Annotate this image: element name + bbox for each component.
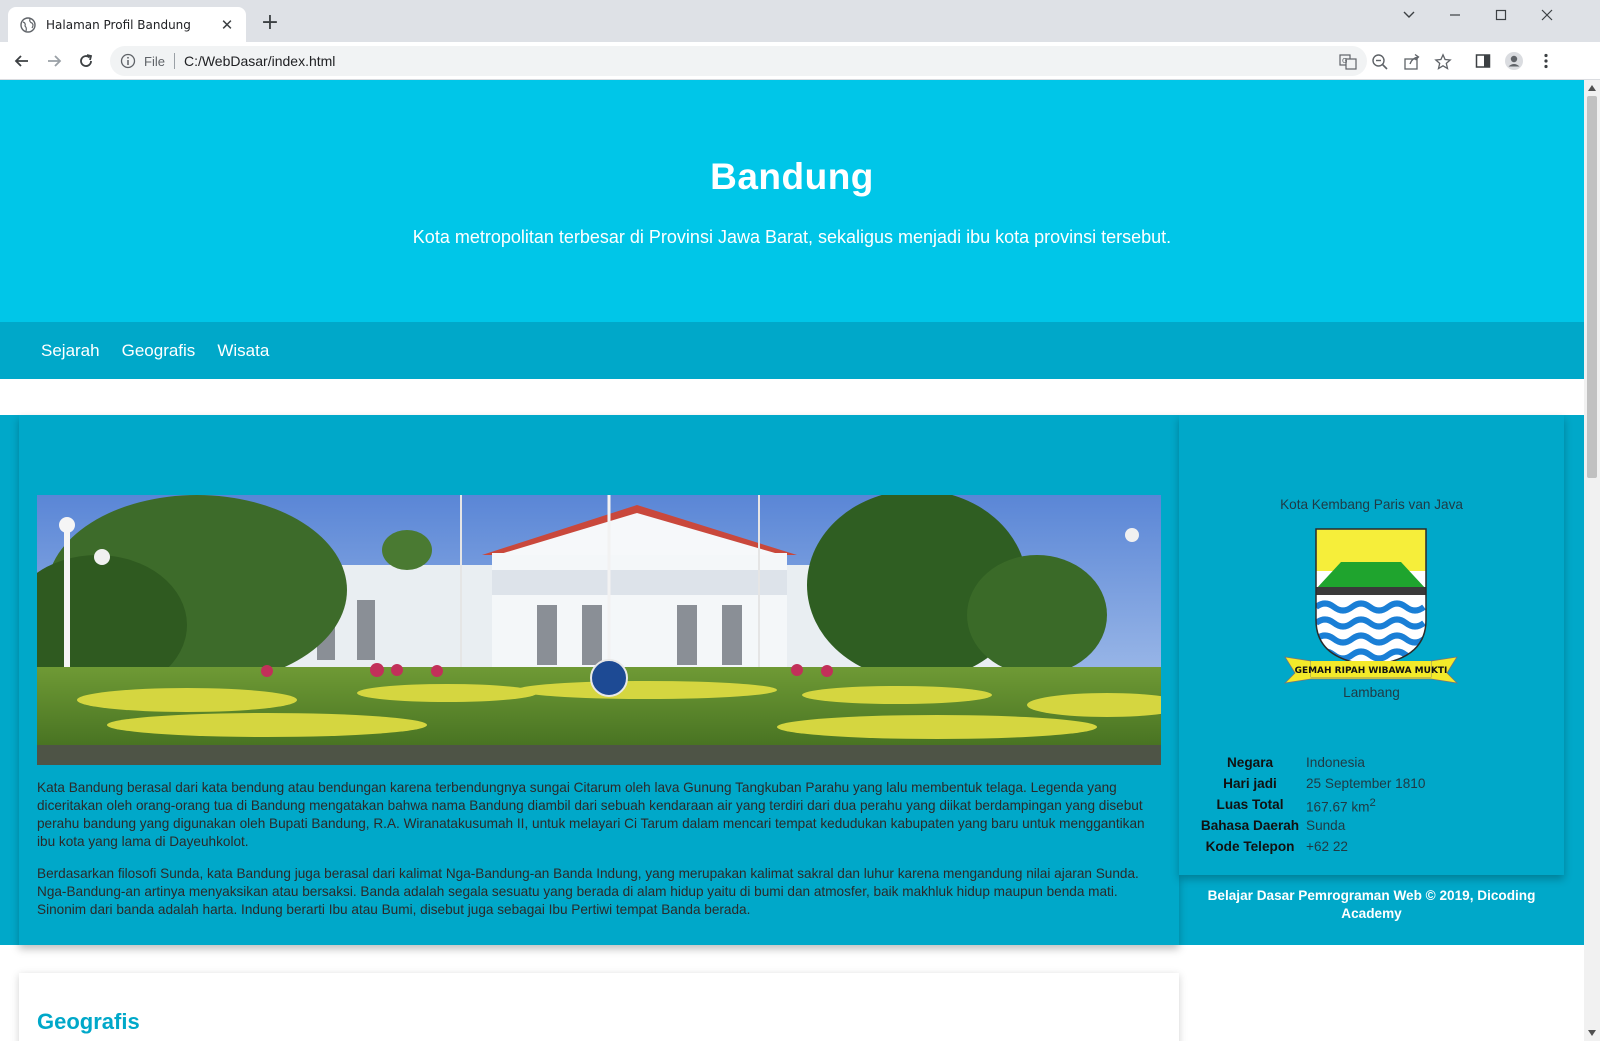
svg-text:G: G — [1342, 57, 1347, 65]
globe-icon — [20, 16, 36, 33]
table-row: Negara Indonesia — [1197, 753, 1428, 774]
info-value: Sunda — [1306, 817, 1346, 833]
bookmark-star-icon[interactable] — [1434, 53, 1452, 71]
nav-link-wisata[interactable]: Wisata — [217, 341, 269, 361]
geografis-section: Geografis — [19, 973, 1179, 1041]
table-row: Luas Total 167.67 km2 — [1197, 795, 1428, 816]
reload-icon[interactable] — [74, 49, 98, 73]
gedung-sate-photo — [37, 495, 1161, 765]
main-nav: Sejarah Geografis Wisata — [0, 322, 1584, 379]
city-info-table: Negara Indonesia Hari jadi 25 September … — [1197, 753, 1428, 858]
share-icon[interactable] — [1403, 53, 1421, 71]
page-title: Bandung — [710, 156, 874, 197]
page-subtitle: Kota metropolitan terbesar di Provinsi J… — [412, 227, 1172, 247]
new-tab-button[interactable]: + — [258, 12, 282, 36]
vertical-scrollbar[interactable] — [1584, 80, 1600, 1041]
nav-link-geografis[interactable]: Geografis — [122, 341, 196, 361]
sejarah-article: Kata Bandung berasal dari kata bendung a… — [19, 415, 1179, 945]
info-value: Indonesia — [1306, 754, 1365, 770]
zoom-out-icon[interactable] — [1371, 53, 1389, 71]
table-row: Kode Telepon +62 22 — [1197, 837, 1428, 858]
profile-avatar-icon[interactable] — [1504, 51, 1524, 71]
browser-tabstrip: Halaman Profil Bandung ✕ + — [0, 0, 1600, 42]
minimize-icon[interactable] — [1432, 0, 1478, 30]
address-bar[interactable]: File C:/WebDasar/index.html G — [110, 46, 1452, 76]
side-panel-icon[interactable] — [1473, 51, 1493, 71]
omnibox-divider — [173, 53, 175, 69]
tab-close-icon[interactable]: ✕ — [218, 16, 236, 34]
info-key: Negara — [1226, 754, 1274, 770]
area-unit-superscript: 2 — [1369, 796, 1376, 809]
bandung-emblem-image: GEMAH RIPAH WIBAWA MUKTI — [1283, 528, 1459, 684]
back-arrow-icon[interactable] — [10, 49, 34, 73]
info-key: Luas Total — [1216, 796, 1284, 812]
city-tagline: Kota Kembang Paris van Java — [1280, 497, 1463, 512]
page-header: Bandung Kota metropolitan terbesar di Pr… — [0, 80, 1584, 322]
article-body: Kata Bandung berasal dari kata bendung a… — [37, 779, 1163, 933]
info-key: Kode Telepon — [1205, 838, 1295, 854]
table-row: Hari jadi 25 September 1810 — [1197, 774, 1428, 795]
info-value: +62 22 — [1306, 838, 1348, 854]
table-row: Bahasa Daerah Sunda — [1197, 816, 1428, 837]
kebab-menu-icon[interactable] — [1536, 51, 1556, 71]
browser-toolbar: File C:/WebDasar/index.html G — [0, 42, 1600, 80]
scrollbar-thumb[interactable] — [1587, 96, 1597, 478]
article-paragraph: Berdasarkan filosofi Sunda, kata Bandung… — [37, 866, 1139, 917]
page-viewport: Bandung Kota metropolitan terbesar di Pr… — [0, 80, 1584, 1041]
close-window-icon[interactable] — [1524, 0, 1570, 30]
tab-title: Halaman Profil Bandung — [46, 17, 191, 32]
scroll-down-arrow-icon[interactable] — [1588, 1029, 1596, 1037]
forward-arrow-icon[interactable] — [42, 49, 66, 73]
article-paragraph: Kata Bandung berasal dari kata bendung a… — [37, 780, 1145, 849]
info-value-area: 167.67 km2 — [1303, 795, 1428, 816]
nav-link-sejarah[interactable]: Sejarah — [41, 341, 100, 361]
tab-search-icon[interactable] — [1386, 0, 1432, 30]
maximize-icon[interactable] — [1478, 0, 1524, 30]
copyright-footer: Belajar Dasar Pemrograman Web © 2019, Di… — [1207, 888, 1536, 921]
url-scheme-label: File — [144, 53, 165, 69]
profile-sidebar: Kota Kembang Paris van Java GEMAH RIPAH … — [1179, 415, 1564, 875]
emblem-motto: GEMAH RIPAH WIBAWA MUKTI — [1295, 666, 1448, 676]
info-icon[interactable] — [120, 53, 136, 69]
emblem-caption: Lambang — [1343, 685, 1400, 700]
url-text[interactable]: C:/WebDasar/index.html — [184, 53, 335, 69]
section-heading: Geografis — [37, 1009, 140, 1034]
scroll-up-arrow-icon[interactable] — [1588, 84, 1596, 92]
area-value: 167.67 km — [1306, 799, 1370, 815]
browser-tab[interactable]: Halaman Profil Bandung ✕ — [8, 7, 246, 42]
info-value: 25 September 1810 — [1306, 775, 1426, 791]
translate-icon[interactable]: G — [1339, 53, 1357, 71]
info-key: Bahasa Daerah — [1200, 817, 1300, 833]
info-key: Hari jadi — [1223, 775, 1277, 791]
